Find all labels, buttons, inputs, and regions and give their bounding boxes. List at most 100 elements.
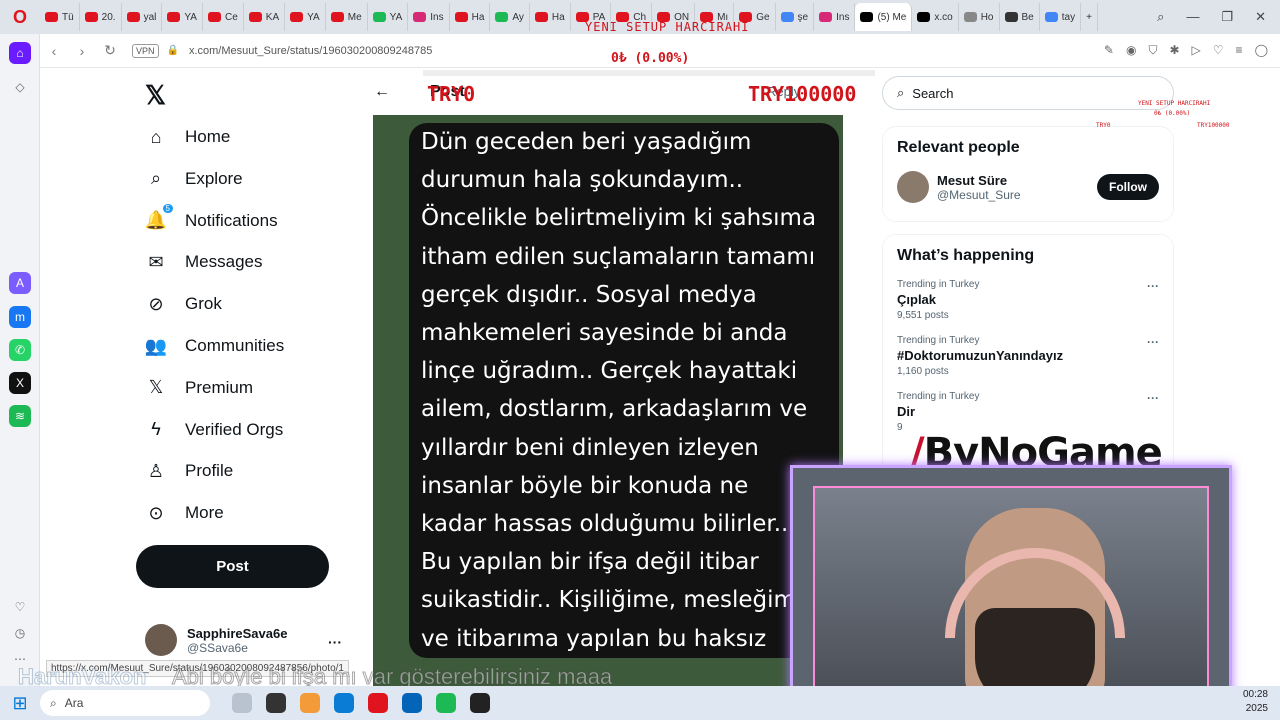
tab-label: Ce bbox=[224, 11, 238, 23]
sidebar-item-more[interactable]: ⊙ More bbox=[145, 502, 223, 524]
browser-tab[interactable]: YA bbox=[162, 3, 203, 31]
browser-tab[interactable]: şe bbox=[776, 3, 815, 31]
sidebar-item-label: Verified Orgs bbox=[185, 419, 284, 439]
close-icon[interactable]: ✕ bbox=[1255, 9, 1266, 25]
obs-icon[interactable] bbox=[470, 693, 490, 713]
sidebar-item-label: Premium bbox=[185, 377, 254, 397]
tab-label: Be bbox=[1021, 11, 1034, 23]
trend-more-icon[interactable]: ··· bbox=[1147, 335, 1159, 349]
sidebar-item-profile[interactable]: ♙ Profile bbox=[145, 460, 233, 482]
follow-button[interactable]: Follow bbox=[1097, 174, 1159, 200]
sidebar-item-communities[interactable]: 👥 Communities bbox=[145, 335, 284, 357]
sidebar-item-notifications[interactable]: 🔔 5 Notifications bbox=[145, 203, 278, 232]
aria-icon[interactable]: A bbox=[9, 272, 31, 294]
opera-logo-icon[interactable]: O bbox=[0, 0, 40, 34]
sidebar-item-home[interactable]: ⌂ Home bbox=[145, 126, 231, 148]
extension-icon[interactable]: ✱ bbox=[1169, 43, 1179, 58]
history-icon[interactable]: ◷ bbox=[9, 622, 31, 644]
trend-more-icon[interactable]: ··· bbox=[1147, 391, 1159, 405]
profile-icon[interactable]: ◯ bbox=[1255, 43, 1268, 58]
search-tabs-icon[interactable]: ⌕ bbox=[1157, 9, 1164, 25]
heart-icon[interactable]: ♡ bbox=[1213, 43, 1224, 58]
browser-tab[interactable]: Be bbox=[1000, 3, 1040, 31]
search-input[interactable]: ⌕ Search bbox=[882, 76, 1174, 110]
browser-tab[interactable]: tay bbox=[1040, 3, 1082, 31]
trend-item[interactable]: Trending in Turkey Çıplak 9,551 posts ··· bbox=[897, 279, 1159, 321]
taskbar-search[interactable]: ⌕ Ara bbox=[40, 690, 210, 716]
person-name[interactable]: Mesut Süre bbox=[937, 173, 1021, 188]
camera-icon[interactable]: ◉ bbox=[1126, 43, 1136, 58]
spotify-taskbar-icon[interactable] bbox=[436, 693, 456, 713]
address-bar-actions: ✎ ◉ ⛉ ✱ ▷ ♡ ≡ ◯ bbox=[1104, 43, 1280, 58]
sidebar-item-premium[interactable]: 𝕏 Premium bbox=[145, 377, 253, 399]
browser-tab[interactable]: Ay bbox=[490, 3, 530, 31]
browser-tab[interactable]: Ins bbox=[408, 3, 450, 31]
pin-icon[interactable]: ◇ bbox=[9, 76, 31, 98]
browser-tab[interactable]: Ce bbox=[203, 3, 244, 31]
edit-icon[interactable]: ✎ bbox=[1104, 43, 1114, 58]
favorites-icon[interactable]: ♡ bbox=[9, 596, 31, 618]
browser-tab[interactable]: YA bbox=[285, 3, 326, 31]
sidebar-item-grok[interactable]: ⊘ Grok bbox=[145, 293, 221, 315]
copilot-icon[interactable] bbox=[300, 693, 320, 713]
sidebar-item-verified-orgs[interactable]: ϟ Verified Orgs bbox=[145, 419, 283, 441]
post-button[interactable]: Post bbox=[136, 545, 329, 588]
avatar[interactable] bbox=[897, 171, 929, 203]
browser-tab[interactable]: Ho bbox=[959, 3, 1000, 31]
tab-favicon-icon bbox=[534, 12, 548, 22]
trend-name: #DoktorumuzunYanındayız bbox=[897, 348, 1064, 363]
browser-tab[interactable]: KA bbox=[244, 3, 286, 31]
home-icon[interactable]: ⌂ bbox=[9, 42, 31, 64]
windows-start-icon[interactable]: ⊞ bbox=[0, 693, 40, 714]
browser-tab[interactable]: Ha bbox=[530, 3, 571, 31]
trend-name: Çıplak bbox=[897, 292, 937, 307]
tab-label: Ha bbox=[551, 11, 565, 23]
photo-text-line: yıllardır beni dinleyen izleyen bbox=[421, 434, 759, 461]
person-row[interactable]: Mesut Süre @Mesuut_Sure Follow bbox=[897, 171, 1159, 203]
tab-label: YA bbox=[389, 11, 403, 23]
account-more-icon[interactable]: ··· bbox=[328, 634, 342, 650]
reload-icon[interactable]: ↻ bbox=[96, 42, 124, 59]
vpn-badge[interactable]: VPN bbox=[132, 43, 159, 58]
minimize-icon[interactable]: — bbox=[1186, 9, 1199, 25]
browser-tab[interactable]: Tü bbox=[40, 3, 80, 31]
browser-tab[interactable]: Ins bbox=[814, 3, 856, 31]
task-view-icon[interactable] bbox=[266, 693, 286, 713]
account-switcher[interactable]: SapphireSava6e @SSava6e bbox=[145, 624, 287, 656]
menu-icon[interactable]: ≡ bbox=[1236, 43, 1243, 58]
browser-tab[interactable]: yal bbox=[122, 3, 163, 31]
sidebar-item-messages[interactable]: ✉ Messages bbox=[145, 251, 262, 273]
sidebar-item-explore[interactable]: ⌕ Explore bbox=[145, 168, 243, 190]
whatsapp-icon[interactable]: ✆ bbox=[9, 339, 31, 361]
play-icon[interactable]: ▷ bbox=[1192, 43, 1201, 58]
browser-tab[interactable]: (5) Me bbox=[855, 3, 913, 31]
browser-tab[interactable]: Ha bbox=[450, 3, 491, 31]
back-arrow-icon[interactable]: ← bbox=[374, 83, 390, 101]
opera-taskbar-icon[interactable] bbox=[368, 693, 388, 713]
browser-tab[interactable]: YA bbox=[368, 3, 409, 31]
tab-label: KA bbox=[265, 11, 280, 23]
edge-icon[interactable] bbox=[334, 693, 354, 713]
shield-icon[interactable]: ⛉ bbox=[1148, 43, 1157, 58]
photo-text-line: gerçek dışıdır.. Sosyal medya bbox=[421, 281, 757, 308]
outlook-icon[interactable] bbox=[402, 693, 422, 713]
back-icon[interactable]: ‹ bbox=[40, 43, 68, 59]
widgets-icon[interactable] bbox=[232, 693, 252, 713]
post-photo[interactable]: Dün geceden beri yaşadığım durumun hala ş… bbox=[373, 115, 843, 695]
maximize-icon[interactable]: ❐ bbox=[1221, 9, 1233, 25]
photo-text-line: linçe uğradım.. Gerçek hayattaki bbox=[421, 358, 798, 385]
forward-icon[interactable]: › bbox=[68, 43, 96, 59]
trend-more-icon[interactable]: ··· bbox=[1147, 279, 1159, 293]
messenger-icon[interactable]: m bbox=[9, 306, 31, 328]
x-app-icon[interactable]: X bbox=[9, 372, 31, 394]
system-clock[interactable]: 00:28 2025 bbox=[1243, 688, 1268, 716]
spotify-icon[interactable]: ≋ bbox=[9, 405, 31, 427]
browser-tab[interactable]: x.co bbox=[912, 3, 959, 31]
new-tab-button[interactable]: + bbox=[1081, 3, 1098, 31]
browser-tab[interactable]: 20. bbox=[80, 3, 122, 31]
x-logo-icon[interactable]: 𝕏 bbox=[145, 80, 166, 111]
url-field[interactable]: x.com/Mesuut_Sure/status/196030200809248… bbox=[189, 45, 432, 57]
trend-item[interactable]: Trending in Turkey Dir 9 ··· bbox=[897, 391, 1159, 433]
browser-tab[interactable]: Me bbox=[326, 3, 368, 31]
trend-item[interactable]: Trending in Turkey #DoktorumuzunYanındayı… bbox=[897, 335, 1159, 377]
